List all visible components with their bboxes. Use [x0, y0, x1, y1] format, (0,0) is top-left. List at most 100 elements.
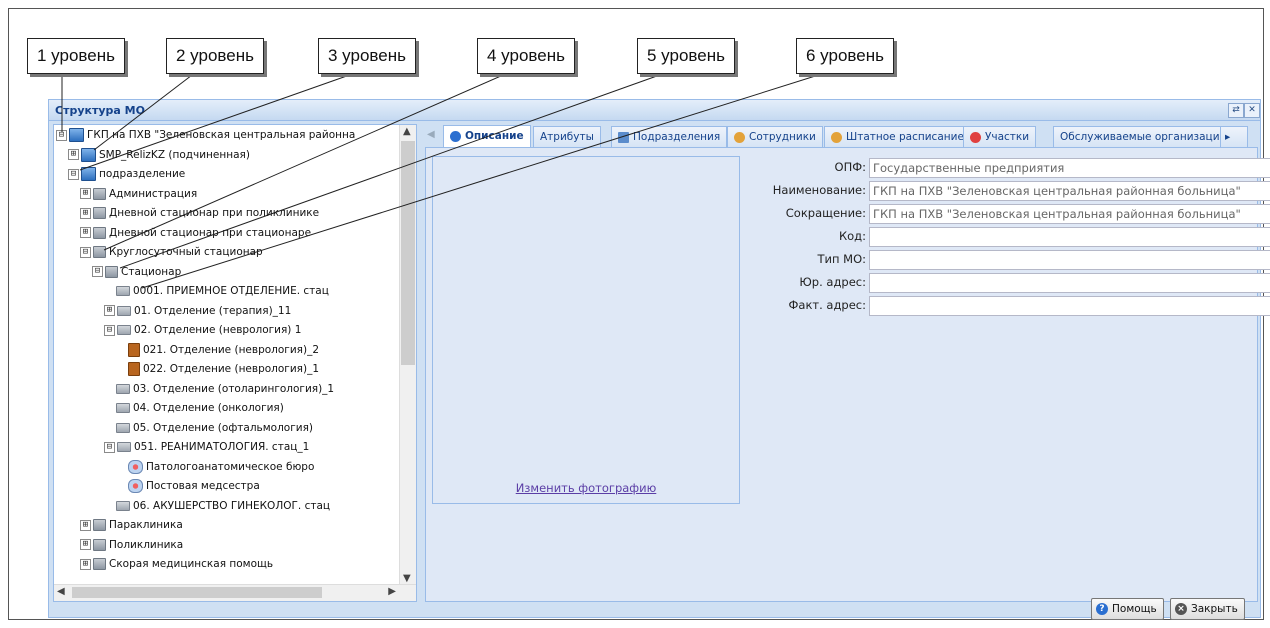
expand-icon[interactable]: ⊞	[80, 207, 91, 219]
help-icon: ?	[1096, 603, 1108, 615]
tree-node-label: 03. Отделение (отоларингология)_1	[133, 382, 335, 395]
field-input[interactable]	[869, 227, 1270, 247]
scroll-down-icon[interactable]: ▼	[403, 573, 411, 584]
tree-node[interactable]: 0001. ПРИЕМНОЕ ОТДЕЛЕНИЕ. стац	[116, 282, 329, 300]
building-icon	[93, 519, 106, 531]
field-input[interactable]: Государственные предприятия	[869, 158, 1270, 178]
tab-scroll-right-icon[interactable]: ▸	[1220, 126, 1248, 147]
callout-level-3: 3 уровень	[318, 38, 416, 74]
tree-node-label: Стационар	[121, 265, 182, 278]
bed-icon	[116, 500, 130, 511]
expand-icon[interactable]: ⊞	[80, 558, 91, 570]
collapse-icon[interactable]: ⊟	[68, 168, 79, 180]
scroll-up-icon[interactable]: ▲	[403, 126, 411, 137]
tree-node[interactable]: ⊟ Стационар	[92, 263, 181, 281]
tree-node[interactable]: ⊟ 02. Отделение (неврология) 1	[104, 321, 301, 339]
scroll-right-icon[interactable]: ▶	[388, 586, 396, 597]
tree-node[interactable]: Патологоанатомическое бюро	[128, 458, 314, 476]
change-photo-link[interactable]: Изменить фотографию	[433, 481, 739, 495]
tree-node[interactable]: 04. Отделение (онкология)	[116, 399, 284, 417]
collapse-icon[interactable]: ⊟	[56, 129, 67, 141]
tab-employees[interactable]: Сотрудники	[727, 126, 823, 147]
collapse-icon[interactable]: ⊟	[104, 324, 115, 336]
tree-node-label: Администрация	[109, 187, 198, 200]
tree-node[interactable]: ⊞ 01. Отделение (терапия)_11	[104, 302, 291, 320]
tab-description[interactable]: Описание	[443, 125, 531, 148]
field-input[interactable]	[869, 250, 1270, 270]
tab-staff-schedule[interactable]: Штатное расписание	[824, 126, 971, 147]
tree-node[interactable]: ⊞ Скорая медицинская помощь	[80, 555, 273, 573]
tree-node[interactable]: 06. АКУШЕРСТВО ГИНЕКОЛОГ. стац	[116, 497, 330, 515]
tree-node[interactable]: ⊟ Круглосуточный стационар	[80, 243, 263, 261]
expand-icon[interactable]: ⊞	[68, 149, 79, 160]
tree-node[interactable]: 021. Отделение (неврология)_2	[128, 341, 319, 359]
tree-node[interactable]: ⊞ Дневной стационар при стационаре	[80, 224, 311, 242]
scroll-thumb[interactable]	[401, 141, 415, 365]
field-input[interactable]	[869, 296, 1270, 316]
field-label: Тип МО:	[817, 252, 866, 266]
refresh-icon[interactable]: ⇄	[1228, 103, 1244, 118]
info-icon	[450, 130, 461, 142]
building-icon	[93, 558, 106, 570]
expand-icon[interactable]: ⊞	[80, 539, 91, 550]
tree-node-label: подразделение	[99, 168, 186, 180]
tab-attributes[interactable]: Атрибуты	[533, 126, 601, 147]
scroll-thumb-horizontal[interactable]	[72, 587, 322, 598]
tree-node[interactable]: ⊞ Дневной стационар при поликлинике	[80, 204, 319, 222]
tree-node[interactable]: 022. Отделение (неврология)_1	[128, 360, 319, 378]
callout-level-2: 2 уровень	[166, 38, 264, 74]
help-button[interactable]: ? Помощь	[1091, 598, 1164, 620]
room-icon	[128, 362, 140, 376]
collapse-icon[interactable]: ⊟	[80, 246, 91, 258]
field-input[interactable]	[869, 273, 1270, 293]
tab-scroll-left-icon[interactable]: ◀	[427, 129, 435, 140]
bed-icon	[116, 422, 130, 433]
building-blue-icon	[81, 167, 96, 181]
tree-vertical-scrollbar[interactable]: ▲ ▼	[399, 125, 416, 585]
expand-icon[interactable]: ⊞	[80, 227, 91, 238]
collapse-icon[interactable]: ⊟	[104, 441, 115, 453]
tree-horizontal-scrollbar[interactable]: ◀ ▶	[54, 584, 416, 601]
tree-node[interactable]: ⊟ 051. РЕАНИМАТОЛОГИЯ. стац_1	[104, 438, 309, 456]
field-label: Код:	[838, 229, 866, 243]
field-input[interactable]: ГКП на ПХВ "Зеленовская центральная райо…	[869, 204, 1270, 224]
tree-node[interactable]: ⊟ ГКП на ПХВ "Зеленовская центральная рай…	[56, 126, 355, 144]
people-icon	[734, 131, 745, 143]
field-input[interactable]: ГКП на ПХВ "Зеленовская центральная райо…	[869, 181, 1270, 201]
expand-icon[interactable]: ⊞	[104, 305, 115, 316]
tree-node-label: ГКП на ПХВ "Зеленовская центральная райо…	[87, 129, 356, 141]
field-label: ОПФ:	[834, 160, 866, 174]
field-label: Наименование:	[772, 183, 866, 197]
tree-node[interactable]: ⊞ Поликлиника	[80, 536, 183, 554]
close-circle-icon: ×	[1175, 603, 1187, 615]
tree-node-label: Дневной стационар при поликлинике	[109, 207, 320, 219]
tree-node[interactable]: ⊞ Параклиника	[80, 516, 183, 534]
tree-node-label: Дневной стационар при стационаре	[109, 226, 312, 239]
tree-node-label: 05. Отделение (офтальмология)	[133, 421, 313, 434]
building-blue-icon	[81, 147, 96, 162]
nurse-icon	[128, 479, 143, 493]
tree-node[interactable]: ⊞ SMP_RelizKZ (подчиненная)	[68, 146, 250, 164]
pin-icon	[970, 131, 981, 143]
close-button[interactable]: × Закрыть	[1170, 598, 1245, 620]
building-icon	[93, 226, 106, 239]
building-icon	[618, 131, 629, 143]
tree-node[interactable]: 05. Отделение (офтальмология)	[116, 419, 313, 437]
tree-node[interactable]: 03. Отделение (отоларингология)_1	[116, 380, 334, 398]
tab-served-organizations[interactable]: Обслуживаемые организации	[1053, 126, 1234, 147]
bed-icon	[116, 383, 130, 394]
callout-level-6: 6 уровень	[796, 38, 894, 74]
tree-node[interactable]: Постовая медсестра	[128, 477, 260, 495]
scroll-left-icon[interactable]: ◀	[57, 586, 65, 597]
tree-node[interactable]: ⊞ Администрация	[80, 185, 197, 203]
collapse-icon[interactable]: ⊟	[92, 266, 103, 277]
tree-node-label: Патологоанатомическое бюро	[146, 460, 315, 473]
close-icon[interactable]: ✕	[1244, 103, 1260, 118]
tree-node[interactable]: ⊟ подразделение	[68, 165, 185, 183]
tab-departments[interactable]: Подразделения	[611, 126, 728, 147]
tab-areas[interactable]: Участки	[963, 126, 1037, 147]
expand-icon[interactable]: ⊞	[80, 188, 91, 199]
window-title: Структура МО	[55, 104, 145, 117]
expand-icon[interactable]: ⊞	[80, 519, 91, 531]
building-icon	[105, 265, 118, 278]
